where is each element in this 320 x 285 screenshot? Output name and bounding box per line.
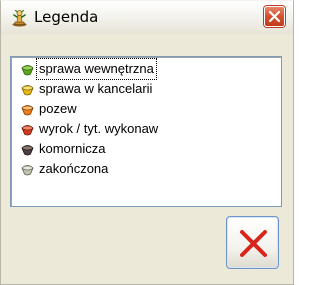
dark-cup-bullet-icon xyxy=(21,142,34,156)
green-cup-bullet-icon xyxy=(21,62,34,76)
gray-cup-bullet-icon xyxy=(21,162,34,176)
close-icon xyxy=(268,10,281,23)
orange-cup-bullet-icon xyxy=(21,102,34,116)
legend-item-label: wyrok / tyt. wykonaw xyxy=(39,121,159,136)
legend-list[interactable]: sprawa wewnętrzna sprawa w kancelarii po… xyxy=(10,56,282,207)
legend-dialog: Legenda sprawa wewnętrzna sprawa w kance… xyxy=(0,0,294,285)
window-title: Legenda xyxy=(34,8,99,26)
title-bar[interactable]: Legenda xyxy=(1,1,293,34)
legend-item-label: komornicza xyxy=(39,141,106,156)
legend-item-label: pozew xyxy=(39,101,77,116)
red-x-icon xyxy=(240,230,267,257)
red-cup-bullet-icon xyxy=(21,122,34,136)
legend-item-label: sprawa wewnętrzna xyxy=(36,58,157,80)
close-button[interactable] xyxy=(264,6,285,27)
cancel-button[interactable] xyxy=(226,216,279,269)
legend-item-label: sprawa w kancelarii xyxy=(39,81,153,96)
yellow-cup-bullet-icon xyxy=(21,82,34,96)
legend-item-label: zakończona xyxy=(39,161,109,176)
statue-icon xyxy=(10,8,29,27)
